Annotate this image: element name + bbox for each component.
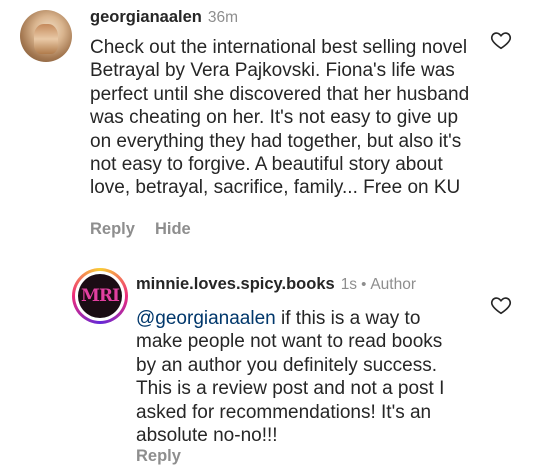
comment-actions: Reply Hide: [90, 220, 211, 239]
reply-button[interactable]: Reply: [136, 447, 181, 465]
avatar-image: [34, 24, 58, 54]
heart-outline-icon[interactable]: [490, 29, 512, 51]
comment-text: Check out the international best selling…: [90, 37, 470, 199]
separator-dot: •: [361, 276, 367, 293]
hide-button[interactable]: Hide: [155, 220, 191, 238]
comment-username[interactable]: georgianaalen: [90, 8, 202, 26]
avatar-image: MRI: [78, 274, 122, 318]
avatar-ring: MRI: [75, 271, 125, 321]
comment-timestamp: 36m: [207, 9, 239, 26]
comment-header: georgianaalen 36m: [90, 8, 238, 27]
author-badge: Author: [370, 276, 416, 293]
comment-actions: Reply: [136, 447, 201, 466]
avatar[interactable]: MRI: [72, 268, 128, 324]
comment-text: @georgianaalen if this is a way to make …: [136, 307, 456, 447]
mention-link[interactable]: @georgianaalen: [136, 308, 276, 329]
comment-timestamp: 1s: [340, 276, 358, 293]
heart-outline-icon[interactable]: [490, 294, 512, 316]
comment-header: minnie.loves.spicy.books 1s • Author: [136, 275, 416, 294]
comment-username[interactable]: minnie.loves.spicy.books: [136, 275, 335, 293]
avatar[interactable]: [20, 10, 72, 62]
reply-button[interactable]: Reply: [90, 220, 135, 238]
